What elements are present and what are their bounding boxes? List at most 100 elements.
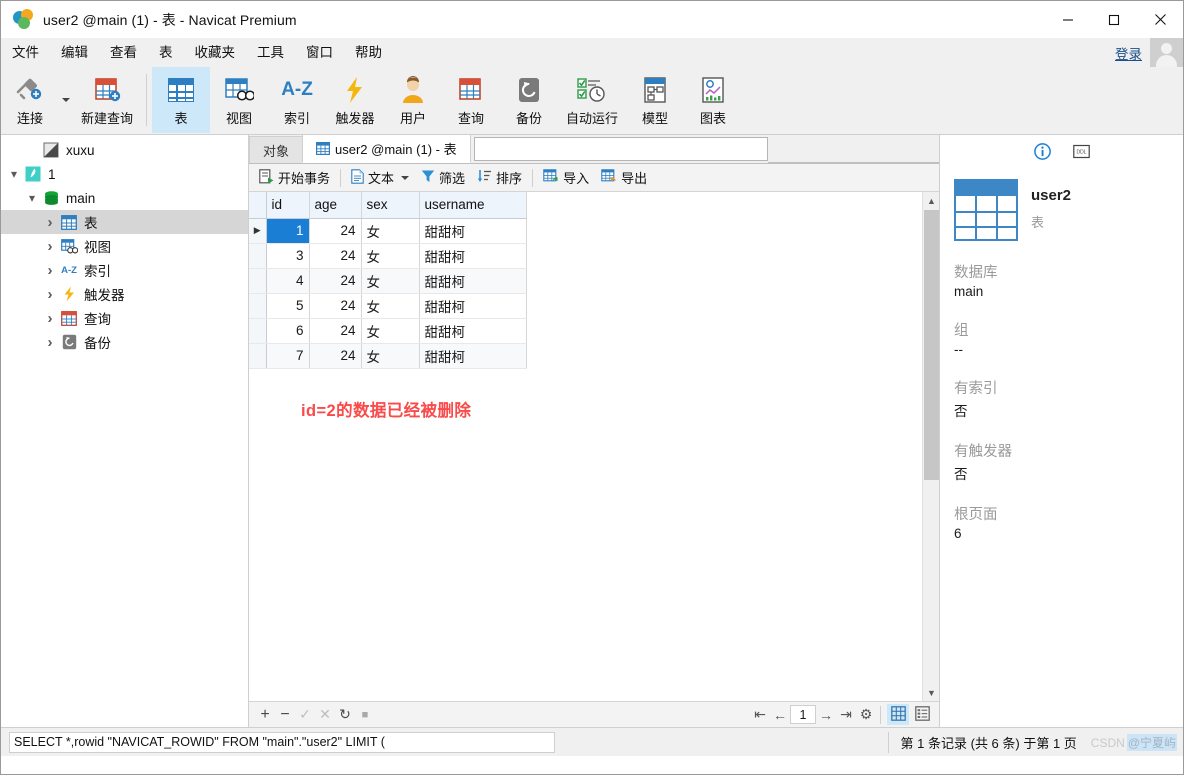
table-row[interactable]: 6 24 女 甜甜柯 <box>249 318 527 344</box>
sidebar-item-views[interactable]: 视图 <box>1 234 248 258</box>
scroll-down-arrow[interactable]: ▼ <box>923 684 939 701</box>
toolbar-connection[interactable]: 连接 <box>1 67 59 133</box>
cell-age[interactable]: 24 <box>309 268 362 294</box>
cell-id[interactable]: 5 <box>266 293 310 319</box>
column-header-id[interactable]: id <box>266 192 310 219</box>
sidebar-item-1[interactable]: 1 <box>1 162 248 186</box>
chevron-right-icon[interactable] <box>41 238 59 255</box>
table-row[interactable]: ▶ 1 24 女 甜甜柯 <box>249 218 527 244</box>
cell-age[interactable]: 24 <box>309 343 362 369</box>
chevron-down-icon[interactable] <box>5 167 23 181</box>
sidebar-item-indexes[interactable]: A-Z 索引 <box>1 258 248 282</box>
cell-username[interactable]: 甜甜柯 <box>419 318 527 344</box>
add-record-button[interactable]: + <box>255 705 275 725</box>
column-header-age[interactable]: age <box>309 192 362 219</box>
sql-preview[interactable]: SELECT *,rowid "NAVICAT_ROWID" FROM "mai… <box>9 731 555 753</box>
cell-sex[interactable]: 女 <box>361 343 420 369</box>
info-icon[interactable] <box>1033 143 1051 163</box>
sidebar-item-queries[interactable]: 查询 <box>1 306 248 330</box>
cell-username[interactable]: 甜甜柯 <box>419 343 527 369</box>
toolbar-trigger[interactable]: 触发器 <box>326 67 384 133</box>
table-row[interactable]: 7 24 女 甜甜柯 <box>249 343 527 369</box>
chevron-right-icon[interactable] <box>41 310 59 327</box>
row-indicator[interactable] <box>249 268 267 294</box>
tab-search-input[interactable] <box>473 137 768 161</box>
toolbar-new-query[interactable]: 新建查询 <box>73 67 141 133</box>
cell-id[interactable]: 4 <box>266 268 310 294</box>
form-view-button[interactable] <box>911 704 933 725</box>
cell-age[interactable]: 24 <box>309 218 362 244</box>
toolbar-view[interactable]: 视图 <box>210 67 268 133</box>
sidebar-item-triggers[interactable]: 触发器 <box>1 282 248 306</box>
scroll-thumb[interactable] <box>924 210 939 480</box>
table-row[interactable]: 3 24 女 甜甜柯 <box>249 243 527 269</box>
menu-favorites[interactable]: 收藏夹 <box>184 38 247 67</box>
menu-edit[interactable]: 编辑 <box>50 38 99 67</box>
tab-objects[interactable]: 对象 <box>249 136 304 163</box>
row-indicator[interactable] <box>249 293 267 319</box>
cell-sex[interactable]: 女 <box>361 218 420 244</box>
toolbar-model[interactable]: 模型 <box>626 67 684 133</box>
cell-username[interactable]: 甜甜柯 <box>419 243 527 269</box>
menu-view[interactable]: 查看 <box>99 38 148 67</box>
menu-help[interactable]: 帮助 <box>344 38 393 67</box>
menu-file[interactable]: 文件 <box>1 38 50 67</box>
cell-id[interactable]: 1 <box>266 218 310 244</box>
sidebar-item-main[interactable]: main <box>1 186 248 210</box>
toolbar-index[interactable]: A-Z 索引 <box>268 67 326 133</box>
begin-transaction-button[interactable]: 开始事务 <box>253 166 336 190</box>
column-header-username[interactable]: username <box>419 192 527 219</box>
sidebar-item-tables[interactable]: 表 <box>1 210 248 234</box>
filter-button[interactable]: 筛选 <box>415 166 471 190</box>
cell-username[interactable]: 甜甜柯 <box>419 293 527 319</box>
page-number-input[interactable]: 1 <box>790 705 816 724</box>
toolbar-query[interactable]: 查询 <box>442 67 500 133</box>
column-header-sex[interactable]: sex <box>361 192 420 219</box>
connection-dropdown-arrow[interactable] <box>59 67 73 133</box>
menu-table[interactable]: 表 <box>148 38 184 67</box>
toolbar-chart[interactable]: 图表 <box>684 67 742 133</box>
table-row[interactable]: 5 24 女 甜甜柯 <box>249 293 527 319</box>
close-button[interactable] <box>1137 1 1183 38</box>
menu-tools[interactable]: 工具 <box>246 38 295 67</box>
refresh-button[interactable]: ↻ <box>335 705 355 725</box>
text-button[interactable]: 文本 <box>345 166 415 190</box>
scroll-up-arrow[interactable]: ▲ <box>923 192 939 209</box>
login-link[interactable]: 登录 <box>1115 43 1142 63</box>
chevron-down-icon[interactable] <box>401 175 410 180</box>
cell-id[interactable]: 3 <box>266 243 310 269</box>
cell-username[interactable]: 甜甜柯 <box>419 268 527 294</box>
cell-username[interactable]: 甜甜柯 <box>419 218 527 244</box>
avatar[interactable] <box>1150 38 1183 67</box>
prev-page-button[interactable]: ← <box>770 705 790 725</box>
row-indicator[interactable] <box>249 343 267 369</box>
toolbar-table[interactable]: 表 <box>152 67 211 133</box>
toolbar-user[interactable]: 用户 <box>384 67 442 133</box>
sidebar-item-xuxu[interactable]: xuxu <box>1 138 248 162</box>
first-page-button[interactable]: ⇤ <box>750 705 770 725</box>
ddl-icon[interactable]: DDL <box>1072 144 1090 162</box>
sort-button[interactable]: 排序 <box>471 166 528 190</box>
chevron-right-icon[interactable] <box>41 214 59 231</box>
delete-record-button[interactable]: − <box>275 705 295 725</box>
maximize-button[interactable] <box>1091 1 1137 38</box>
cell-sex[interactable]: 女 <box>361 268 420 294</box>
cell-age[interactable]: 24 <box>309 293 362 319</box>
next-page-button[interactable]: → <box>816 705 836 725</box>
cell-age[interactable]: 24 <box>309 318 362 344</box>
chevron-right-icon[interactable] <box>41 262 59 279</box>
row-indicator[interactable] <box>249 318 267 344</box>
sidebar-item-backups[interactable]: 备份 <box>1 330 248 354</box>
minimize-button[interactable] <box>1045 1 1091 38</box>
export-button[interactable]: 导出 <box>595 166 653 190</box>
row-indicator-current[interactable]: ▶ <box>249 218 267 244</box>
cell-id[interactable]: 6 <box>266 318 310 344</box>
table-row[interactable]: 4 24 女 甜甜柯 <box>249 268 527 294</box>
chevron-right-icon[interactable] <box>41 334 59 351</box>
chevron-right-icon[interactable] <box>41 286 59 303</box>
cell-sex[interactable]: 女 <box>361 243 420 269</box>
grid-settings-button[interactable]: ⚙ <box>856 705 876 725</box>
tab-user2-table[interactable]: user2 @main (1) - 表 <box>302 134 471 163</box>
toolbar-backup[interactable]: 备份 <box>500 67 558 133</box>
grid-vertical-scrollbar[interactable]: ▲ ▼ <box>922 192 939 701</box>
